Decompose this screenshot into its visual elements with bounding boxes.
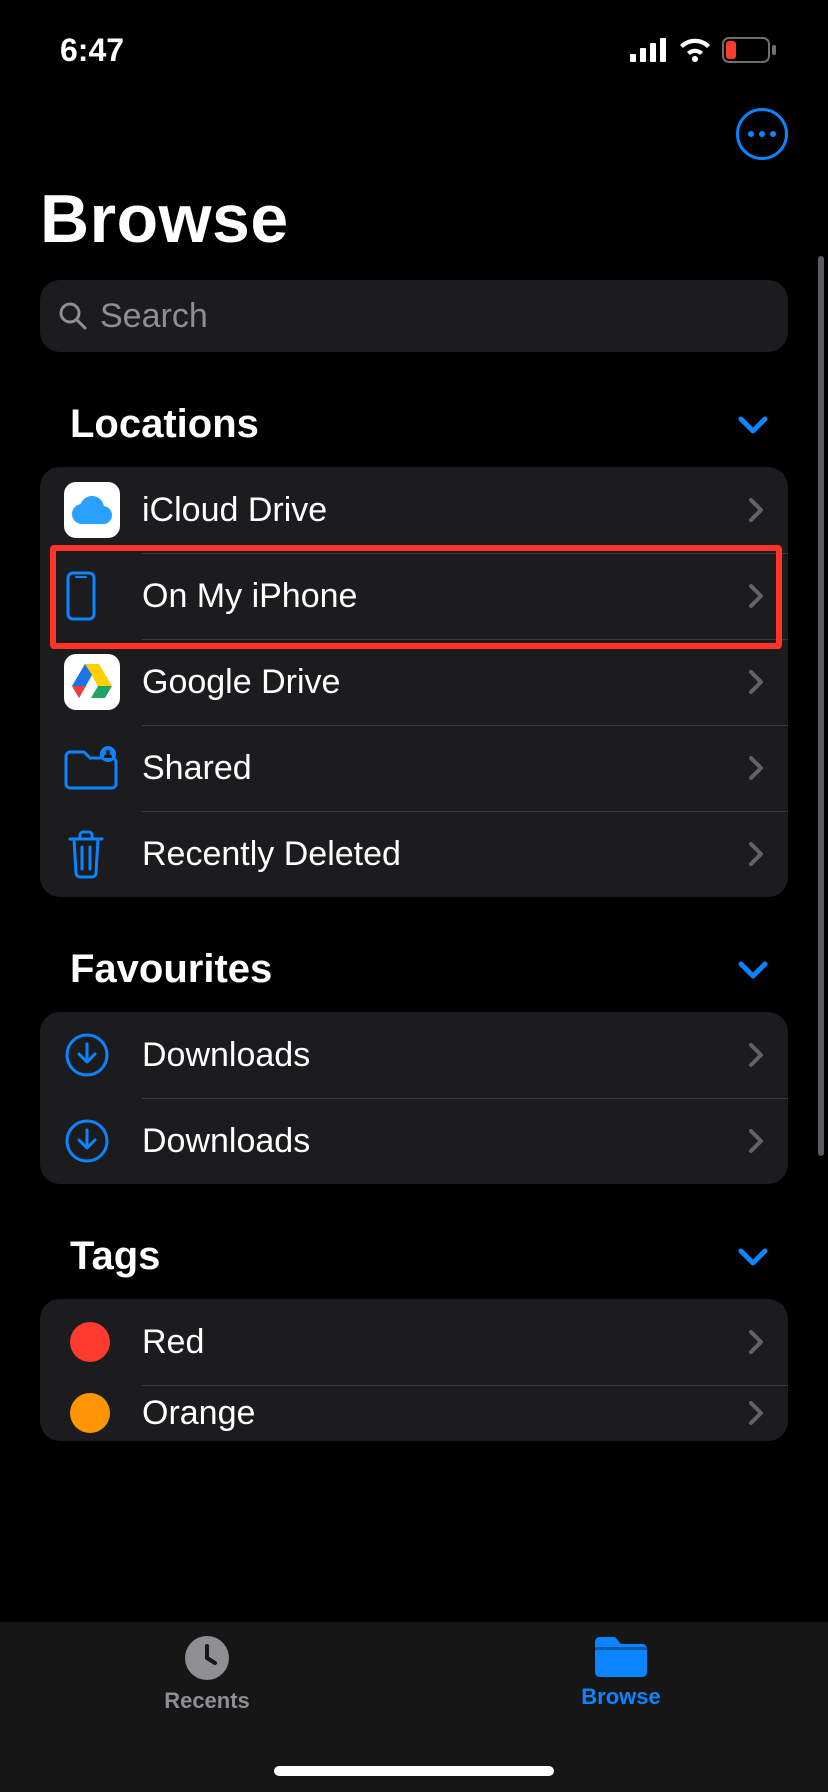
status-time: 6:47 (60, 32, 124, 69)
tag-dot-icon (70, 1322, 110, 1362)
chevron-right-icon (748, 583, 764, 609)
tag-red[interactable]: Red (40, 1299, 788, 1385)
locations-title: Locations (70, 402, 259, 447)
download-circle-icon (64, 1118, 110, 1164)
chevron-right-icon (748, 1128, 764, 1154)
favourites-title: Favourites (70, 947, 272, 992)
tag-dot-icon (70, 1393, 110, 1433)
chevron-down-icon (738, 961, 768, 979)
search-input[interactable] (100, 297, 770, 336)
iphone-icon (64, 571, 98, 621)
chevron-right-icon (748, 497, 764, 523)
folder-icon (593, 1634, 649, 1678)
row-label: Shared (142, 749, 748, 788)
row-label: Orange (142, 1394, 748, 1433)
favourite-downloads-1[interactable]: Downloads (40, 1012, 788, 1098)
chevron-down-icon (738, 416, 768, 434)
status-bar: 6:47 (0, 0, 828, 100)
favourite-downloads-2[interactable]: Downloads (40, 1098, 788, 1184)
search-icon (58, 301, 88, 331)
top-actions (0, 100, 828, 180)
tab-label: Browse (581, 1684, 660, 1710)
clock-icon (183, 1634, 231, 1682)
google-drive-app-icon (64, 654, 120, 710)
row-label: Recently Deleted (142, 835, 748, 874)
tag-orange[interactable]: Orange (40, 1385, 788, 1441)
row-label: Google Drive (142, 663, 748, 702)
scroll-indicator (818, 256, 824, 1156)
wifi-icon (678, 38, 712, 62)
location-google-drive[interactable]: Google Drive (40, 639, 788, 725)
locations-header[interactable]: Locations (0, 352, 828, 467)
favourites-header[interactable]: Favourites (0, 897, 828, 1012)
row-label: On My iPhone (142, 577, 748, 616)
chevron-down-icon (738, 1248, 768, 1266)
cellular-icon (630, 38, 668, 62)
chevron-right-icon (748, 1329, 764, 1355)
page-title: Browse (0, 180, 828, 280)
tags-title: Tags (70, 1234, 160, 1279)
shared-folder-icon (64, 746, 118, 790)
tab-label: Recents (164, 1688, 250, 1714)
row-label: Downloads (142, 1122, 748, 1161)
status-indicators (630, 37, 778, 63)
home-indicator[interactable] (274, 1766, 554, 1776)
tab-bar: Recents Browse (0, 1622, 828, 1792)
chevron-right-icon (748, 1042, 764, 1068)
search-field[interactable] (40, 280, 788, 352)
chevron-right-icon (748, 755, 764, 781)
location-shared[interactable]: Shared (40, 725, 788, 811)
location-icloud-drive[interactable]: iCloud Drive (40, 467, 788, 553)
battery-low-icon (722, 37, 778, 63)
chevron-right-icon (748, 1400, 764, 1426)
tags-header[interactable]: Tags (0, 1184, 828, 1299)
location-on-my-iphone[interactable]: On My iPhone (40, 553, 788, 639)
locations-list: iCloud Drive On My iPhone Google Drive S… (40, 467, 788, 897)
chevron-right-icon (748, 669, 764, 695)
row-label: iCloud Drive (142, 491, 748, 530)
icloud-app-icon (64, 482, 120, 538)
trash-icon (64, 829, 108, 879)
row-label: Downloads (142, 1036, 748, 1075)
download-circle-icon (64, 1032, 110, 1078)
chevron-right-icon (748, 841, 764, 867)
more-button[interactable] (736, 108, 788, 160)
location-recently-deleted[interactable]: Recently Deleted (40, 811, 788, 897)
row-label: Red (142, 1323, 748, 1362)
favourites-list: Downloads Downloads (40, 1012, 788, 1184)
tags-list: Red Orange (40, 1299, 788, 1441)
